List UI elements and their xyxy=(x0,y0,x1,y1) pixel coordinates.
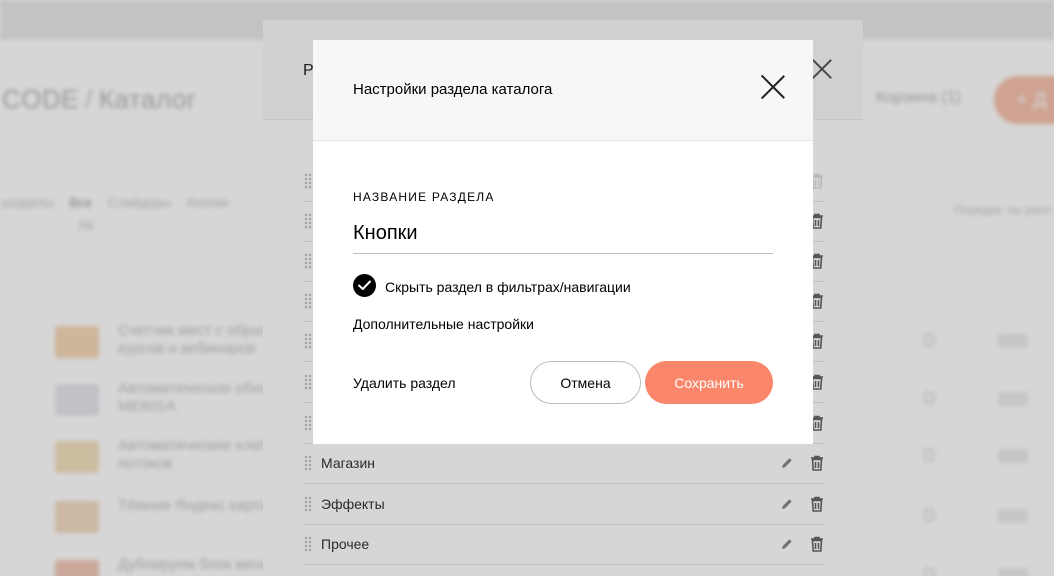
section-settings-dialog: Настройки раздела каталога НАЗВАНИЕ РАЗД… xyxy=(313,40,813,444)
delete-section-link[interactable]: Удалить раздел xyxy=(353,375,456,391)
checkmark-icon xyxy=(358,280,371,290)
hide-section-checkbox[interactable] xyxy=(353,274,376,297)
dialog-title: Настройки раздела каталога xyxy=(353,81,553,98)
dialog-header: Настройки раздела каталога xyxy=(313,40,813,141)
save-button[interactable]: Сохранить xyxy=(645,361,773,404)
hide-section-label[interactable]: Скрыть раздел в фильтрах/навигации xyxy=(385,279,631,295)
advanced-settings-link[interactable]: Дополнительные настройки xyxy=(353,316,534,332)
section-name-label: НАЗВАНИЕ РАЗДЕЛА xyxy=(353,190,495,204)
section-name-input[interactable] xyxy=(353,214,773,254)
cancel-button[interactable]: Отмена xyxy=(530,361,641,404)
close-icon[interactable] xyxy=(760,74,786,100)
